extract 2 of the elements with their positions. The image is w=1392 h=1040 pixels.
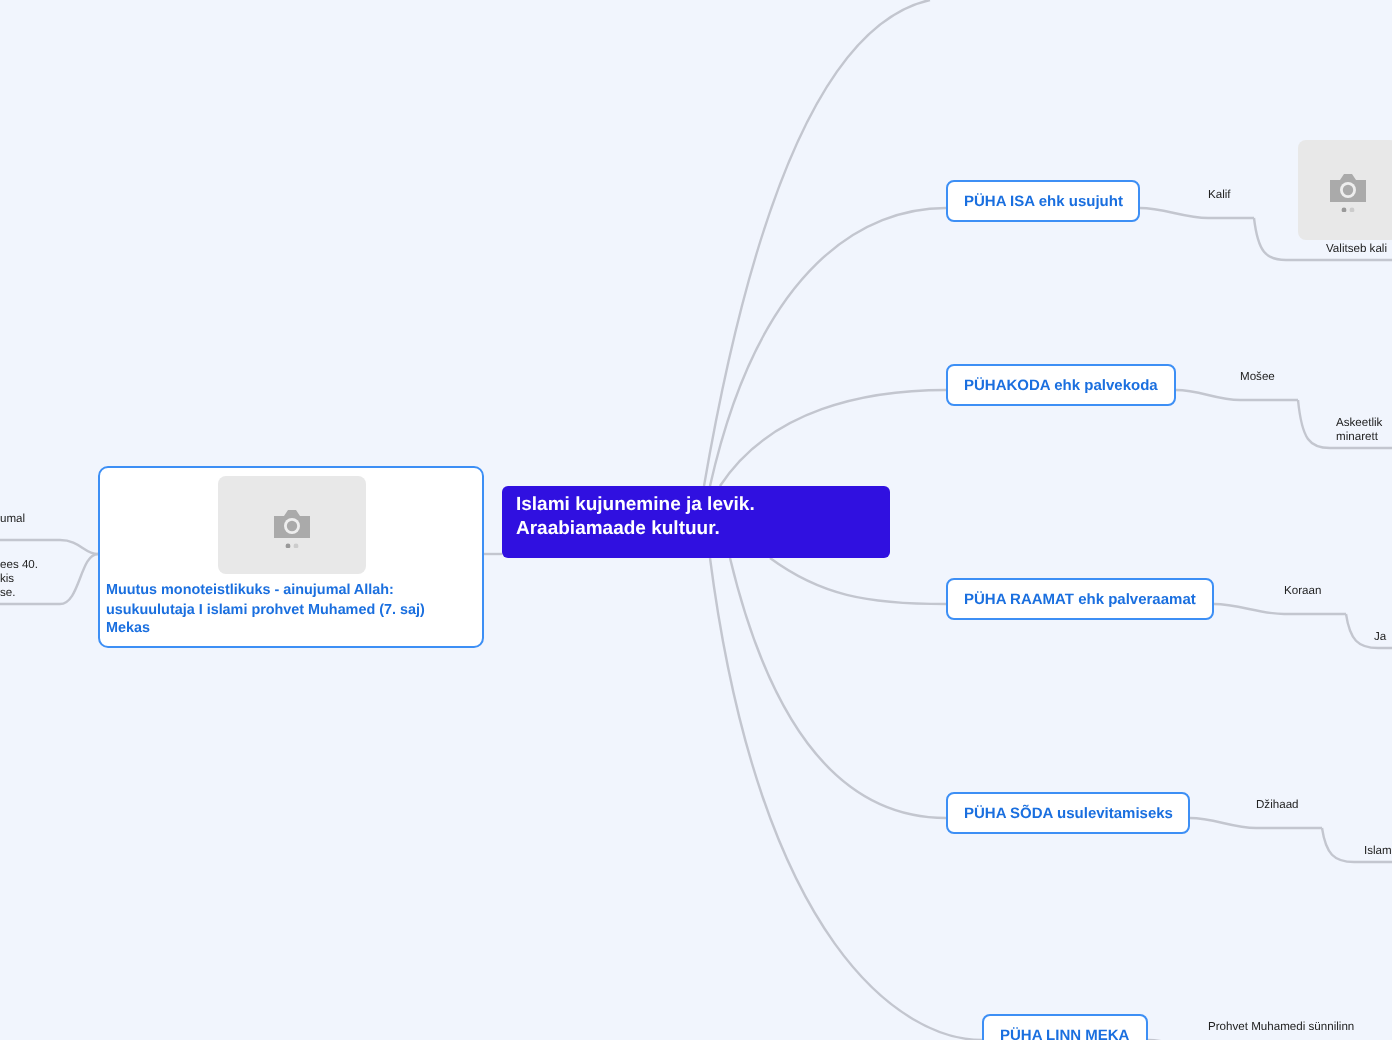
camera-icon <box>1326 168 1370 212</box>
central-topic[interactable]: Islami kujunemine ja levik. Araabiamaade kultuur. <box>502 486 890 558</box>
